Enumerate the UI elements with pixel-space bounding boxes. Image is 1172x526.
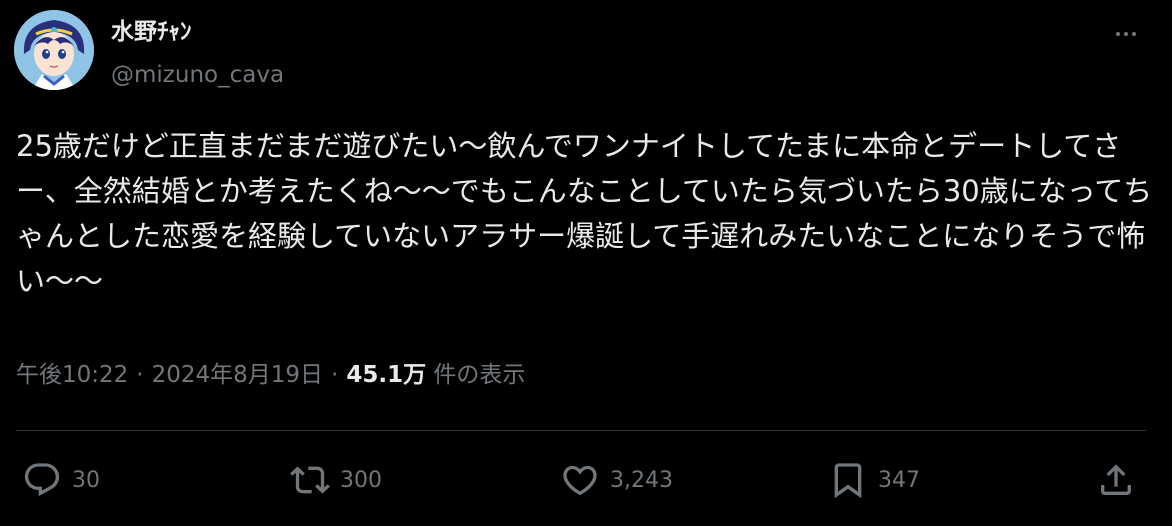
reply-button[interactable]: 30 — [22, 455, 100, 505]
views-count[interactable]: 45.1万 — [346, 362, 426, 388]
avatar[interactable] — [14, 10, 94, 90]
retweet-arrows-icon — [290, 466, 330, 494]
avatar-image — [14, 10, 94, 90]
meta-separator: · — [331, 362, 339, 388]
speech-bubble-icon — [24, 463, 60, 497]
reply-count: 30 — [72, 467, 100, 493]
author-display-name[interactable]: 水野ﾁｬﾝ — [111, 17, 192, 47]
bookmark-button[interactable]: 347 — [828, 455, 920, 505]
tweet-card: 水野ﾁｬﾝ @mizuno_cava 25歳だけど正直まだまだ遊びたい〜飲んでワ… — [0, 0, 1172, 526]
tweet-time[interactable]: 午後10:22 — [16, 362, 128, 388]
bookmark-count: 347 — [878, 467, 920, 493]
views-label: 件の表示 — [433, 362, 526, 388]
like-button[interactable]: 3,243 — [560, 455, 673, 505]
meta-separator: · — [136, 362, 144, 388]
tweet-text: 25歳だけど正直まだまだ遊びたい〜飲んでワンナイトしてたまに本命とデートしてさー… — [16, 129, 1153, 298]
share-upload-icon — [1101, 464, 1131, 495]
retweet-button[interactable]: 300 — [290, 455, 382, 505]
divider — [16, 430, 1146, 431]
heart-icon — [563, 465, 597, 496]
tweet-meta: 午後10:22 · 2024年8月19日 · 45.1万 件の表示 — [16, 358, 525, 392]
more-dots-icon[interactable] — [1106, 22, 1146, 46]
share-button[interactable] — [1096, 455, 1136, 505]
retweet-count: 300 — [340, 467, 382, 493]
author-handle[interactable]: @mizuno_cava — [111, 60, 284, 90]
action-bar: 30 300 3,243 347 — [0, 455, 1172, 505]
tweet-date[interactable]: 2024年8月19日 — [152, 362, 323, 388]
bookmark-icon — [834, 463, 862, 499]
like-count: 3,243 — [610, 467, 673, 493]
